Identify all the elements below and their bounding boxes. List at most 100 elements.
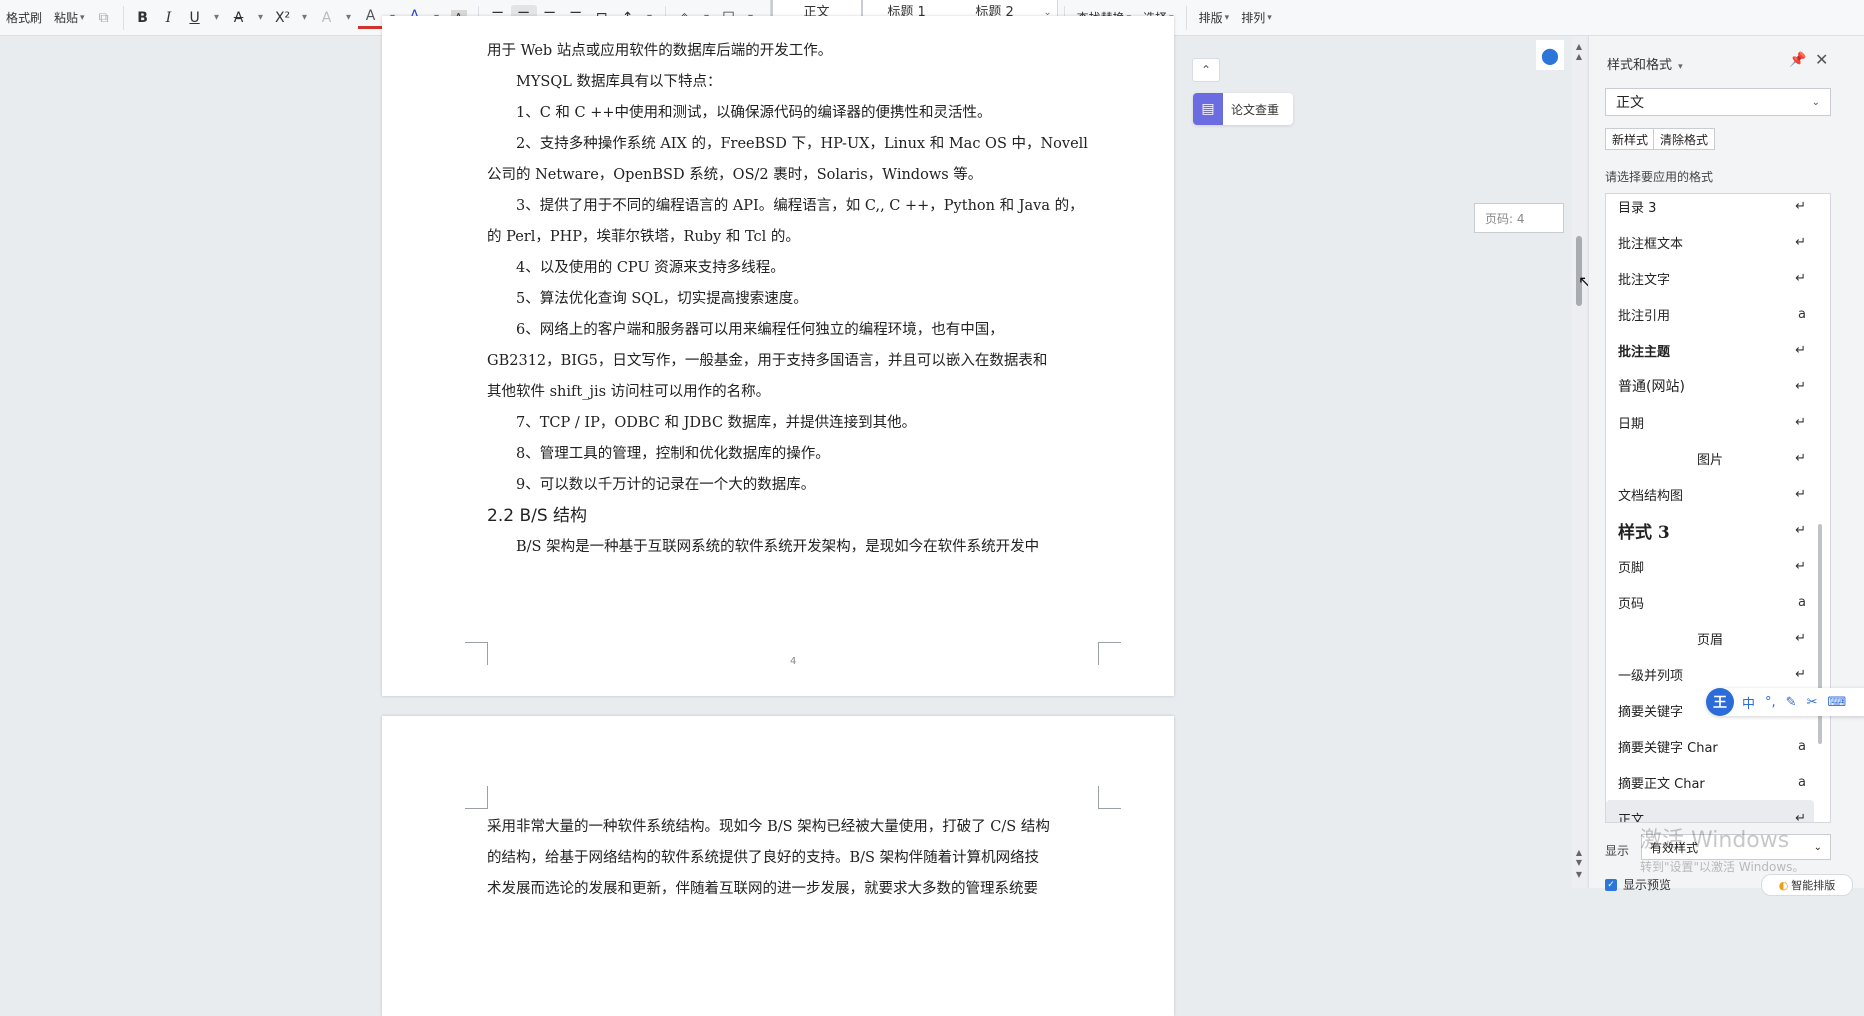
style-list: 目录 3 ↵ 批注框文本 ↵ 批注文字 ↵ 批注引用 a 批注主题 ↵ 普通(网站) ↵ 日期 ↵ 图片 ↵ 文… [1605,193,1831,823]
paragraph-mark-icon: ↵ [1795,630,1806,646]
smart-layout-button[interactable]: ◐ 智能排版 [1761,874,1853,896]
ime-punctuation-icon[interactable]: °, [1765,695,1776,710]
scroll-up-icon[interactable]: ▲ [1573,52,1585,61]
section-heading[interactable]: 2.2 B/S 结构 [487,501,1097,532]
current-style-value: 正文 [1616,95,1644,111]
style-list-item[interactable]: 页脚 ↵ [1606,548,1814,584]
paragraph-line[interactable]: 9、可以数以千万计的记录在一个大的数据库。 [487,470,1097,501]
style-list-item[interactable]: 目录 3 ↵ [1606,194,1814,224]
ime-logo[interactable]: 王 [1706,688,1734,716]
text-effect-icon[interactable]: A [314,5,340,31]
chevron-down-icon[interactable]: ▾ [340,5,358,31]
style-list-item[interactable]: 正文 ↵ [1606,800,1814,822]
paragraph-line[interactable]: 术发展而选论的发展和更新，伴随着互联网的进一步发展，就要求大多数的管理系统要 [487,874,1097,905]
style-list-item[interactable]: 摘要正文 Char a [1606,764,1814,800]
chevron-down-icon: ⌄ [1811,96,1820,108]
ime-chinese-mode[interactable]: 中 [1742,693,1755,712]
bold-button[interactable]: B [130,5,156,31]
style-list-item[interactable]: 图片 ↵ [1606,440,1814,476]
collapse-ribbon-button[interactable]: ⌃ [1192,58,1220,82]
margin-corner-marker [465,642,488,665]
style-list-item[interactable]: 批注框文本 ↵ [1606,224,1814,260]
style-list-item[interactable]: 样式 3 ↵ [1606,512,1814,548]
chevron-down-icon[interactable]: ▾ [208,5,226,31]
smart-layout-label: 智能排版 [1791,879,1836,892]
panel-title[interactable]: 样式和格式 ▾ [1607,54,1683,73]
paragraph-line[interactable]: 2、支持多种操作系统 AIX 的，FreeBSD 下，HP-UX，Linux 和… [487,129,1097,160]
new-style-button[interactable]: 新样式 [1605,128,1656,150]
paper-check-button[interactable]: ▤ 论文查重 [1193,93,1293,125]
document-page[interactable]: 用于 Web 站点或应用软件的数据库后端的开发工作。 MYSQL 数据库具有以下特… [382,16,1174,696]
show-preview-checkbox[interactable]: ✓ 显示预览 [1605,876,1671,893]
paragraph-line[interactable]: 6、网络上的客户端和服务器可以用来编程任何独立的编程环境，也有中国， [487,315,1097,346]
style-list-item[interactable]: 批注引用 a [1606,296,1814,332]
page-body[interactable]: 用于 Web 站点或应用软件的数据库后端的开发工作。 MYSQL 数据库具有以下特… [487,36,1097,563]
style-name: 批注框文本 [1618,236,1684,252]
arrange-label: 排列 [1241,11,1266,25]
style-list-item[interactable]: 批注主题 ↵ [1606,332,1814,368]
paragraph-line[interactable]: 用于 Web 站点或应用软件的数据库后端的开发工作。 [487,36,1097,67]
arrange-button[interactable]: 排列 ▾ [1235,4,1278,32]
style-name: 页码 [1618,596,1645,612]
ime-handwrite-icon[interactable]: ✎ [1786,695,1797,710]
paragraph-line[interactable]: 8、管理工具的管理，控制和优化数据库的操作。 [487,439,1097,470]
paragraph-line[interactable]: 7、TCP / IP，ODBC 和 JDBC 数据库，并提供连接到其他。 [487,408,1097,439]
copy-icon[interactable]: ⧉ [91,5,117,31]
style-list-item[interactable]: 页码 a [1606,584,1814,620]
highlight-button[interactable]: A [357,6,384,29]
paragraph-line[interactable]: 采用非常大量的一种软件系统结构。现如今 B/S 架构已经被大量使用，打破了 C/… [487,812,1097,843]
strikethrough-button[interactable]: A [226,5,252,31]
underline-button[interactable]: U [182,5,208,31]
style-list-item[interactable]: 普通(网站) ↵ [1606,368,1814,404]
paragraph-line[interactable]: 4、以及使用的 CPU 资源来支持多线程。 [487,253,1097,284]
close-icon[interactable]: ✕ [1815,50,1828,69]
page-body[interactable]: 采用非常大量的一种软件系统结构。现如今 B/S 架构已经被大量使用，打破了 C/… [487,812,1097,905]
paragraph-line[interactable]: MYSQL 数据库具有以下特点： [487,67,1097,98]
style-list-item[interactable]: 批注文字 ↵ [1606,260,1814,296]
paragraph-mark-icon: ↵ [1795,270,1806,286]
paragraph-mark-icon: ↵ [1795,486,1806,502]
scroll-up-icon[interactable]: ▲ [1573,42,1585,51]
style-list-item[interactable]: 文档结构图 ↵ [1606,476,1814,512]
format-painter-label: 格式刷 [6,11,43,25]
style-list-item[interactable]: 日期 ↵ [1606,404,1814,440]
scroll-down-icon[interactable]: ▼ [1573,858,1585,867]
location-pin-icon[interactable]: ⬤ [1536,40,1564,70]
paragraph-line[interactable]: 5、算法优化查询 SQL，切实提高搜索速度。 [487,284,1097,315]
format-painter-button[interactable]: 格式刷 [0,4,48,32]
paragraph-line[interactable]: 公司的 Netware，OpenBSD 系统，OS/2 裹时，Solaris，W… [487,160,1097,191]
paste-button[interactable]: 粘贴 ▾ [48,4,91,32]
italic-button[interactable]: I [156,5,182,31]
chevron-down-icon[interactable]: ▾ [296,5,314,31]
paragraph-line[interactable]: 的结构，给基于网络结构的软件系统提供了良好的支持。B/S 架构伴随着计算机网络技 [487,843,1097,874]
clear-format-button[interactable]: 清除格式 [1653,128,1716,150]
current-style-select[interactable]: 正文 ⌄ [1605,88,1831,116]
ime-scissors-icon[interactable]: ✂ [1807,695,1818,710]
ime-keyboard-icon[interactable]: ⌨ [1827,695,1846,710]
style-list-item[interactable]: 一级并列项 ↵ [1606,656,1814,692]
chevron-down-icon[interactable]: ▾ [252,5,270,31]
pin-icon[interactable]: 📌 [1789,52,1806,68]
document-scrollbar[interactable]: ▲ ▲ ▲ ▼ ▼ [1572,36,1586,888]
scrollbar-thumb[interactable] [1576,236,1582,306]
scroll-up-icon[interactable]: ▲ [1573,848,1585,857]
document-page[interactable]: 采用非常大量的一种软件系统结构。现如今 B/S 架构已经被大量使用，打破了 C/… [382,716,1174,1016]
paragraph-line[interactable]: 的 Perl，PHP，埃菲尔铁塔，Ruby 和 Tcl 的。 [487,222,1097,253]
activation-watermark: 激活 Windows [1640,828,1790,853]
paragraph-mark-icon: ↵ [1795,234,1806,250]
layout-button[interactable]: 排版 ▾ [1193,4,1236,32]
chevron-down-icon: ▾ [1267,12,1272,23]
paper-check-label: 论文查重 [1231,102,1280,117]
paragraph-line[interactable]: B/S 架构是一种基于互联网系统的软件系统开发架构，是现如今在软件系统开发中 [487,532,1097,563]
ime-toolbar[interactable]: 王 中 °, ✎ ✂ ⌨ [1706,688,1864,716]
paragraph-line[interactable]: GB2312，BIG5，日文写作，一般基金，用于支持多国语言，并且可以嵌入在数据… [487,346,1097,377]
paragraph-line[interactable]: 1、C 和 C ++中使用和测试，以确保源代码的编译器的便携性和灵活性。 [487,98,1097,129]
paragraph-line[interactable]: 其他软件 shift_jis 访问柱可以用作的名称。 [487,377,1097,408]
superscript-button[interactable]: X² [270,5,296,31]
style-list-item[interactable]: 页眉 ↵ [1606,620,1814,656]
document-canvas[interactable]: 用于 Web 站点或应用软件的数据库后端的开发工作。 MYSQL 数据库具有以下特… [0,16,1580,1016]
paragraph-line[interactable]: 3、提供了用于不同的编程语言的 API。编程语言，如 C,, C ++，Pyth… [487,191,1097,222]
toolbar-divider [122,5,124,30]
scroll-down-icon[interactable]: ▼ [1573,870,1585,879]
style-list-item[interactable]: 摘要关键字 Char a [1606,728,1814,764]
